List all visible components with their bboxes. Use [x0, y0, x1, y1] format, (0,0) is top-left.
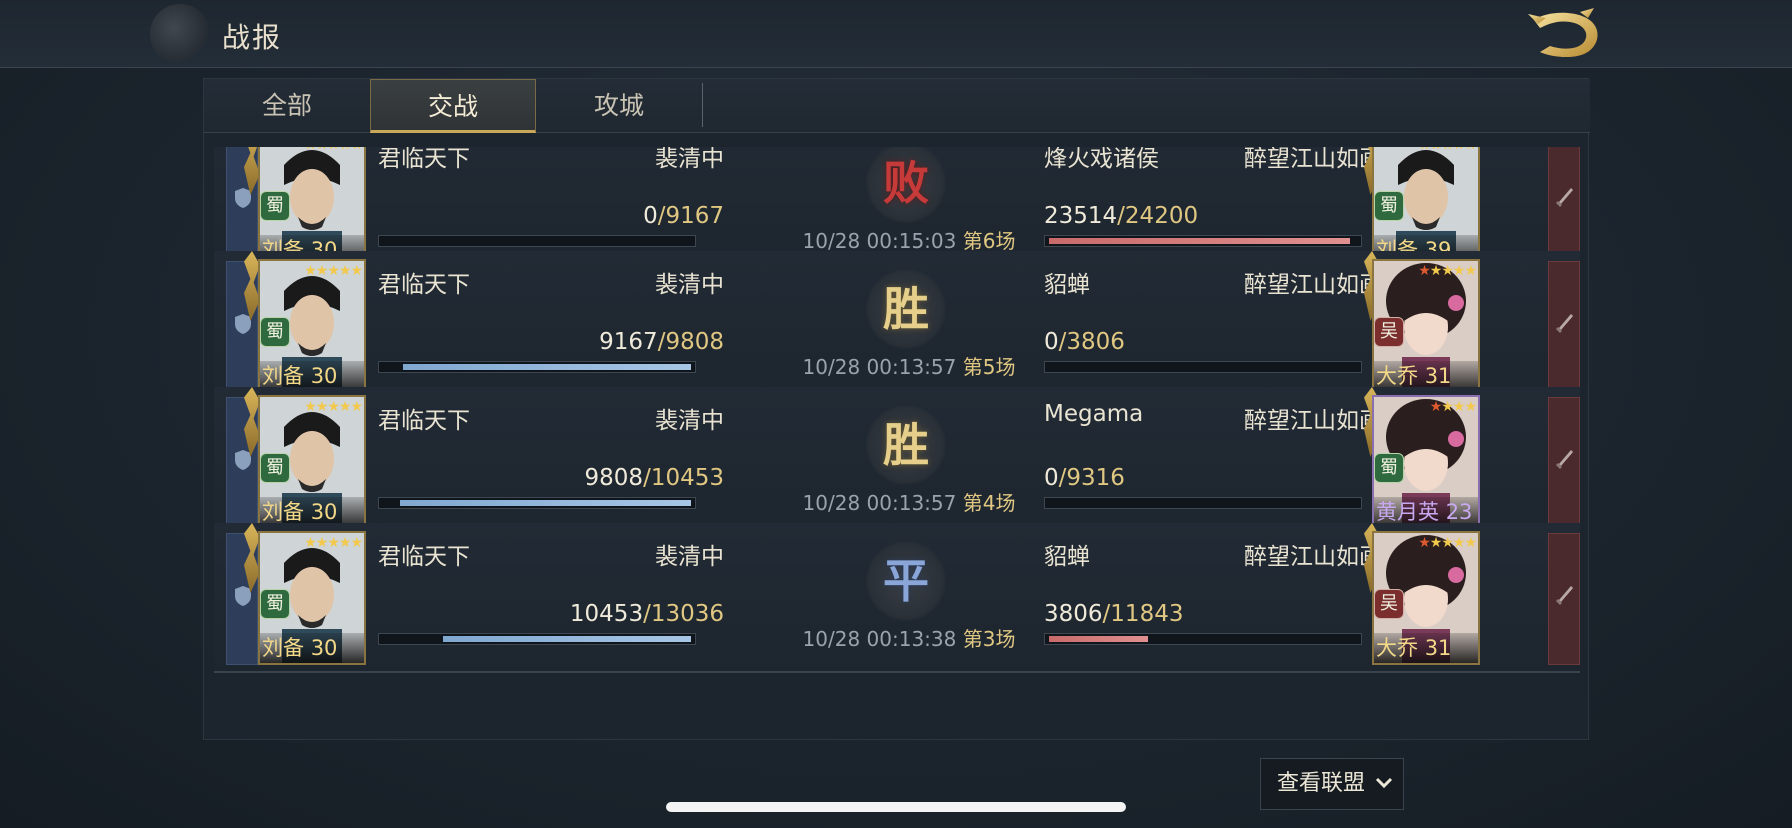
faction-badge: 吴: [1374, 589, 1404, 619]
home-indicator: [666, 802, 1126, 812]
left-troops: 9808/10453: [584, 465, 724, 491]
right-troop-bar: [1044, 235, 1362, 247]
right-hero-name: 大乔 31: [1374, 633, 1478, 663]
left-troops: 9167/9808: [599, 329, 724, 355]
right-troops: 23514/24200: [1044, 203, 1199, 229]
battle-result-seal: 胜: [866, 405, 946, 485]
faction-badge: 蜀: [260, 453, 290, 483]
star-rating-icon: ★★★★★: [304, 147, 363, 153]
battle-report-panel: 全部 交战 攻城 ★★★★★ 蜀 刘备 30 君临天下 裴清中 0/9167 败…: [203, 78, 1590, 741]
left-hero-portrait[interactable]: ★★★★★ 蜀 刘备 30: [258, 531, 366, 665]
right-hero-portrait[interactable]: ★★★★ 蜀 黄月英 23: [1372, 395, 1480, 529]
tab-siege[interactable]: 攻城: [536, 79, 702, 133]
chevron-down-icon: [1375, 777, 1393, 789]
top-bar: 战报: [0, 0, 1792, 68]
battle-result-seal: 败: [866, 147, 946, 223]
star-rating-icon: ★★★★★: [304, 263, 363, 279]
right-player-name: 貂蝉: [1044, 544, 1090, 570]
star-rating-icon: ★★★★★: [1418, 263, 1477, 279]
faction-badge: 蜀: [1374, 191, 1404, 221]
left-player-name: 裴清中: [655, 408, 724, 434]
star-rating-icon: ★★★★★: [304, 399, 363, 415]
left-hero-portrait[interactable]: ★★★★★ 蜀 刘备 30: [258, 259, 366, 393]
faction-badge: 蜀: [260, 589, 290, 619]
left-troop-bar: [378, 361, 696, 373]
battle-time: 10/28 00:15:03 第6场: [802, 229, 1016, 253]
right-player-name: 貂蝉: [1044, 272, 1090, 298]
faction-badge: 吴: [1374, 317, 1404, 347]
star-rating-icon: ★★★★★: [1418, 535, 1477, 551]
battle-time: 10/28 00:13:57 第4场: [802, 491, 1016, 515]
left-alliance-name: 君临天下: [378, 272, 470, 298]
page-title: 战报: [222, 21, 283, 54]
report-row[interactable]: ★★★★★ 蜀 刘备 30 君临天下 裴清中 10453/13036 平 10/…: [214, 523, 1580, 673]
tab-battle[interactable]: 交战: [370, 79, 536, 133]
left-troop-bar-fill: [403, 364, 691, 370]
right-hero-portrait[interactable]: ★★★★★ 蜀 刘备 39: [1372, 147, 1480, 267]
left-alliance-name: 君临天下: [378, 408, 470, 434]
sword-icon: [1556, 188, 1573, 207]
battle-result-seal: 胜: [866, 269, 946, 349]
sword-icon: [1556, 450, 1573, 469]
left-troops: 10453/13036: [569, 601, 724, 627]
left-hero-portrait[interactable]: ★★★★★ 蜀 刘备 30: [258, 147, 366, 267]
right-hero-portrait[interactable]: ★★★★★ 吴 大乔 31: [1372, 531, 1480, 665]
battle-time: 10/28 00:13:57 第5场: [802, 355, 1016, 379]
sword-icon: [1556, 314, 1573, 333]
faction-badge: 蜀: [1374, 453, 1404, 483]
right-troop-bar: [1044, 633, 1362, 645]
star-rating-icon: ★★★★★: [304, 535, 363, 551]
report-row[interactable]: ★★★★★ 蜀 刘备 30 君临天下 裴清中 9167/9808 胜 10/28…: [214, 251, 1580, 401]
right-hero-portrait[interactable]: ★★★★★ 吴 大乔 31: [1372, 259, 1480, 393]
report-list[interactable]: ★★★★★ 蜀 刘备 30 君临天下 裴清中 0/9167 败 10/28 00…: [204, 147, 1590, 741]
left-player-name: 裴清中: [655, 544, 724, 570]
left-troop-bar: [378, 235, 696, 247]
left-troop-bar-fill: [400, 500, 691, 506]
star-rating-icon: ★★★★: [1429, 399, 1477, 415]
left-troop-bar-fill: [443, 636, 691, 642]
right-troops: 0/9316: [1044, 465, 1125, 491]
right-troop-bar: [1044, 497, 1362, 509]
battle-time: 10/28 00:13:38 第3场: [802, 627, 1016, 651]
faction-badge: 蜀: [260, 191, 290, 221]
left-player-name: 裴清中: [655, 272, 724, 298]
right-troop-bar: [1044, 361, 1362, 373]
tab-bar: 全部 交战 攻城: [204, 79, 1590, 133]
attack-side-tab[interactable]: [1548, 533, 1580, 665]
faction-badge: 蜀: [260, 317, 290, 347]
view-alliance-button[interactable]: 查看联盟: [1260, 758, 1404, 810]
right-troop-bar-fill: [1049, 238, 1350, 244]
left-player-name: 裴清中: [655, 147, 724, 172]
attack-side-tab[interactable]: [1548, 397, 1580, 529]
left-alliance-name: 君临天下: [378, 544, 470, 570]
sword-icon: [1556, 586, 1573, 605]
left-troops: 0/9167: [643, 203, 724, 229]
report-row[interactable]: ★★★★★ 蜀 刘备 30 君临天下 裴清中 9808/10453 胜 10/2…: [214, 387, 1580, 537]
right-player-name: Megama: [1044, 401, 1144, 427]
view-alliance-label: 查看联盟: [1277, 771, 1366, 796]
tab-divider: [702, 83, 703, 127]
left-hero-name: 刘备 30: [260, 633, 364, 663]
attack-side-tab[interactable]: [1548, 261, 1580, 393]
right-troop-bar-fill: [1049, 636, 1148, 642]
left-troop-bar: [378, 633, 696, 645]
left-hero-portrait[interactable]: ★★★★★ 蜀 刘备 30: [258, 395, 366, 529]
right-troops: 3806/11843: [1044, 601, 1184, 627]
left-alliance-name: 君临天下: [378, 147, 470, 172]
left-troop-bar: [378, 497, 696, 509]
battle-result-seal: 平: [866, 541, 946, 621]
star-rating-icon: ★★★★★: [1418, 147, 1477, 153]
attack-side-tab[interactable]: [1548, 147, 1580, 267]
tab-all[interactable]: 全部: [204, 79, 370, 133]
right-troops: 0/3806: [1044, 329, 1125, 355]
emblem-icon: [150, 4, 210, 64]
right-player-name: 烽火戏诸侯: [1044, 147, 1159, 172]
back-dragon-icon[interactable]: [1524, 6, 1608, 60]
